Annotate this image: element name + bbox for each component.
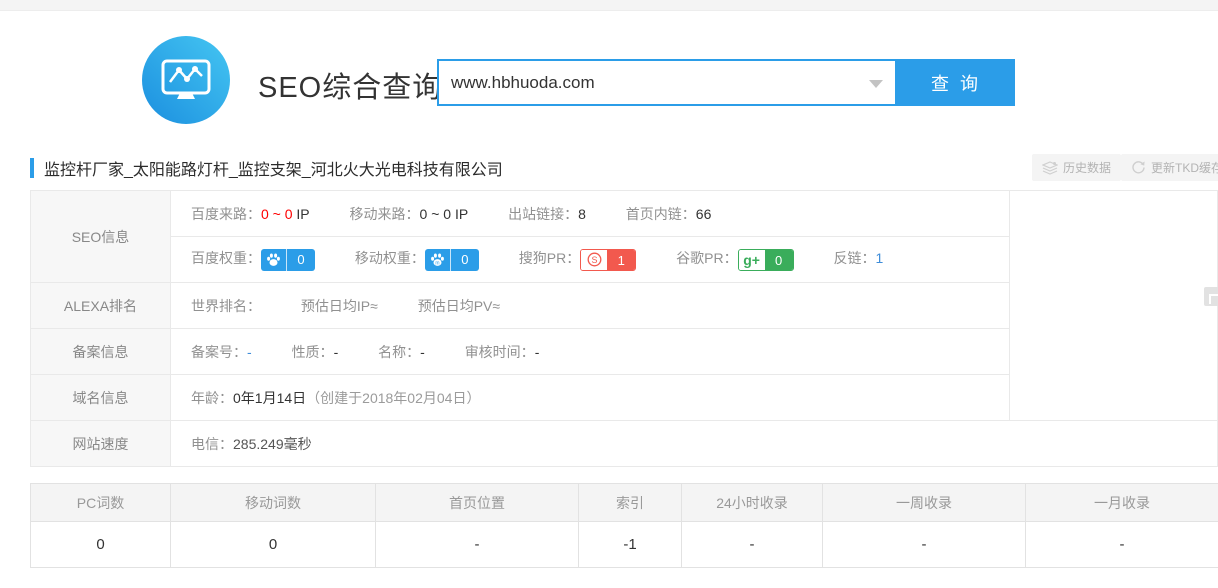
search-input[interactable] bbox=[437, 59, 897, 106]
outbound-links: 出站链接：8 bbox=[508, 204, 586, 224]
backlinks: 反链：1 bbox=[833, 248, 883, 268]
refresh-icon bbox=[1131, 160, 1146, 175]
stats-header-home-position: 首页位置 bbox=[376, 484, 579, 522]
history-data-label: 历史数据 bbox=[1063, 159, 1111, 176]
mobile-traffic: 移动来路：0 ~ 0 IP bbox=[350, 204, 469, 224]
seo-logo-icon bbox=[142, 36, 230, 124]
result-page-title: 监控杆厂家_太阳能路灯杆_监控支架_河北火大光电科技有限公司 bbox=[44, 156, 503, 180]
floating-widget-icon[interactable] bbox=[1204, 287, 1218, 306]
mobile-weight-badge[interactable]: m0 bbox=[425, 249, 479, 271]
app-title: SEO综合查询 bbox=[258, 64, 442, 106]
google-plus-icon: g+ bbox=[739, 250, 765, 270]
sogou-pr-badge[interactable]: S1 bbox=[580, 249, 636, 271]
row-label-speed: 网站速度 bbox=[31, 421, 171, 467]
stats-value-pc-words: 0 bbox=[31, 522, 171, 568]
baidu-weight-badge[interactable]: 0 bbox=[261, 249, 315, 271]
stats-header-pc-words: PC词数 bbox=[31, 484, 171, 522]
baidu-weight: 百度权重：0 bbox=[191, 248, 315, 270]
google-pr-badge[interactable]: g+0 bbox=[738, 249, 794, 271]
google-pr: 谷歌PR：g+0 bbox=[676, 248, 793, 270]
svg-text:S: S bbox=[591, 255, 597, 265]
stats-header-week: 一周收录 bbox=[823, 484, 1026, 522]
stats-value-24h: - bbox=[682, 522, 823, 568]
beian-audit-time: 审核时间：- bbox=[465, 342, 540, 362]
seo-info-table: SEO信息 百度来路：0 ~ 0 IP 移动来路：0 ~ 0 IP 出站链接：8… bbox=[30, 190, 1218, 467]
result-header: 监控杆厂家_太阳能路灯杆_监控支架_河北火大光电科技有限公司 bbox=[30, 155, 503, 181]
stats-value-mobile-words: 0 bbox=[171, 522, 376, 568]
table-row: SEO信息 百度来路：0 ~ 0 IP 移动来路：0 ~ 0 IP 出站链接：8… bbox=[31, 191, 1218, 237]
sogou-icon: S bbox=[581, 250, 607, 270]
top-strip bbox=[0, 0, 1218, 11]
telecom-speed: 电信：285.249毫秒 bbox=[191, 434, 312, 454]
svg-text:m: m bbox=[435, 260, 439, 266]
baidu-traffic: 百度来路：0 ~ 0 IP bbox=[191, 204, 310, 224]
query-button[interactable]: 查 询 bbox=[897, 59, 1015, 106]
side-empty-cell bbox=[1010, 191, 1218, 421]
stats-value-month: - bbox=[1026, 522, 1218, 568]
refresh-tkd-label: 更新TKD缓存 bbox=[1151, 159, 1218, 176]
homepage-inner-links: 首页内链：66 bbox=[626, 204, 712, 224]
stats-value-index: -1 bbox=[579, 522, 682, 568]
stats-header-24h: 24小时收录 bbox=[682, 484, 823, 522]
domain-age: 年龄：0年1月14日（创建于2018年02月04日） bbox=[191, 388, 480, 408]
stats-header-mobile-words: 移动词数 bbox=[171, 484, 376, 522]
stats-header-month: 一月收录 bbox=[1026, 484, 1218, 522]
history-data-button[interactable]: 历史数据 bbox=[1032, 154, 1121, 181]
row-label-seo: SEO信息 bbox=[31, 191, 171, 283]
dropdown-arrow-icon[interactable] bbox=[869, 80, 883, 88]
baidu-paw-icon bbox=[261, 249, 287, 271]
keyword-stats-table: PC词数 移动词数 首页位置 索引 24小时收录 一周收录 一月收录 0 0 -… bbox=[30, 483, 1218, 568]
row-label-domain: 域名信息 bbox=[31, 375, 171, 421]
stats-header-row: PC词数 移动词数 首页位置 索引 24小时收录 一周收录 一月收录 bbox=[31, 484, 1218, 522]
stats-value-week: - bbox=[823, 522, 1026, 568]
beian-number-link[interactable]: - bbox=[247, 344, 252, 360]
beian-nature: 性质：- bbox=[292, 342, 339, 362]
backlink-count-link[interactable]: 1 bbox=[875, 250, 883, 266]
row-label-beian: 备案信息 bbox=[31, 329, 171, 375]
search-bar: 查 询 bbox=[437, 59, 1015, 106]
world-rank-label: 世界排名： bbox=[191, 296, 261, 316]
mobile-weight: 移动权重：m0 bbox=[355, 248, 479, 270]
row-label-alexa: ALEXA排名 bbox=[31, 283, 171, 329]
stats-header-index: 索引 bbox=[579, 484, 682, 522]
beian-number: 备案号：- bbox=[191, 342, 252, 362]
sogou-pr: 搜狗PR：S1 bbox=[519, 248, 636, 270]
stats-value-row: 0 0 - -1 - - - bbox=[31, 522, 1218, 568]
daily-pv-label: 预估日均PV≈ bbox=[418, 296, 500, 316]
daily-ip-label: 预估日均IP≈ bbox=[301, 296, 378, 316]
baidu-mobile-paw-icon: m bbox=[425, 249, 451, 271]
beian-name: 名称：- bbox=[378, 342, 425, 362]
table-row: 网站速度 电信：285.249毫秒 bbox=[31, 421, 1218, 467]
refresh-tkd-button[interactable]: 更新TKD缓存 bbox=[1121, 154, 1218, 181]
stats-value-home-position: - bbox=[376, 522, 579, 568]
layers-icon bbox=[1042, 161, 1058, 175]
title-accent-bar bbox=[30, 158, 34, 178]
